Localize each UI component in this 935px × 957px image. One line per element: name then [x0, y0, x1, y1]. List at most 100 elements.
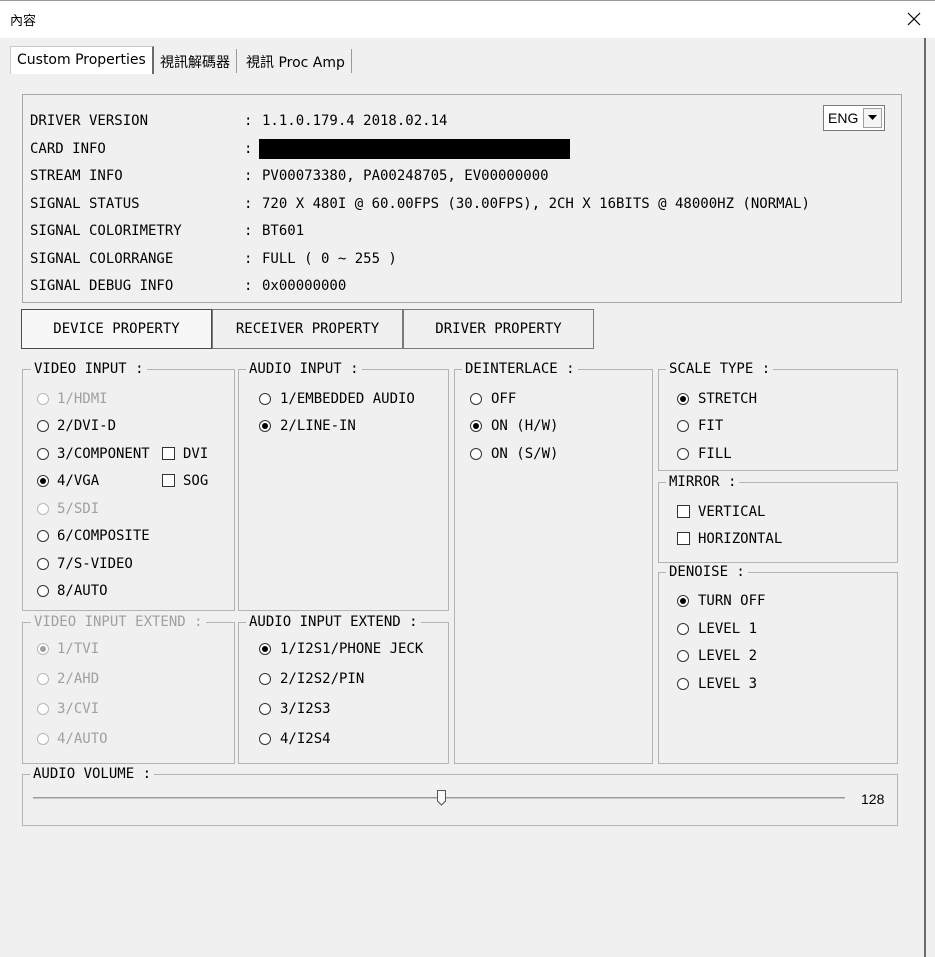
video-input-radio-5[interactable] [37, 503, 49, 515]
scale-type-option-label: STRETCH [698, 391, 758, 407]
scale-type-radio-fill[interactable] [677, 448, 689, 460]
video-input-extend-option-label: 1/TVI [57, 641, 100, 657]
video-input-radio-4[interactable] [37, 475, 49, 487]
sog-label: SOG [183, 473, 209, 489]
scale-type-option-label: FIT [698, 418, 724, 434]
denoise-option-label: TURN OFF [698, 593, 766, 609]
window-title: 內容 [10, 14, 37, 29]
audio-input-extend-radio-4[interactable] [259, 733, 271, 745]
denoise-option-label: LEVEL 3 [698, 676, 758, 692]
deinterlace-radio-hw[interactable] [470, 420, 482, 432]
mirror-option-label: HORIZONTAL [698, 531, 783, 547]
video-input-radio-3[interactable] [37, 448, 49, 460]
audio-input-radio-2[interactable] [259, 420, 271, 432]
audio-volume-value: 128 [861, 791, 885, 807]
denoise-option-label: LEVEL 1 [698, 621, 758, 637]
device-property-button[interactable]: DEVICE PROPERTY [21, 309, 212, 349]
denoise-radio-level-2[interactable] [677, 650, 689, 662]
scale-type-radio-fit[interactable] [677, 420, 689, 432]
info-colon: : [244, 278, 253, 294]
mirror-horizontal-checkbox[interactable] [677, 532, 690, 545]
audio-input-extend-option-label: 3/I2S3 [280, 701, 331, 717]
dvi-checkbox[interactable] [162, 447, 175, 460]
video-input-radio-2[interactable] [37, 420, 49, 432]
video-input-group [22, 369, 235, 611]
tab-custom-properties[interactable]: Custom Properties [10, 46, 154, 74]
info-label-signal-colorrange: SIGNAL COLORRANGE [30, 251, 174, 267]
video-input-extend-group [22, 622, 235, 764]
card-info-redacted [259, 139, 570, 159]
video-input-radio-1[interactable] [37, 393, 49, 405]
video-input-radio-8[interactable] [37, 585, 49, 597]
info-value-signal-colorrange: FULL ( 0 ~ 255 ) [262, 251, 397, 267]
info-label-driver-version: DRIVER VERSION [30, 113, 149, 129]
mirror-group [658, 482, 898, 563]
scale-type-radio-stretch[interactable] [677, 393, 689, 405]
mirror-option-label: VERTICAL [698, 504, 766, 520]
denoise-group [658, 572, 898, 764]
mirror-label: MIRROR : [666, 474, 740, 490]
video-input-option-label: 6/COMPOSITE [57, 528, 150, 544]
deinterlace-option-label: ON (H/W) [491, 418, 559, 434]
mirror-vertical-checkbox[interactable] [677, 505, 690, 518]
deinterlace-label: DEINTERLACE : [462, 361, 578, 377]
audio-input-radio-1[interactable] [259, 393, 271, 405]
language-select[interactable]: ENG [823, 105, 885, 131]
receiver-property-button[interactable]: RECEIVER PROPERTY [212, 309, 403, 349]
info-colon: : [244, 196, 253, 212]
video-input-extend-label: VIDEO INPUT EXTEND : [31, 614, 206, 630]
tab-video-proc-amp[interactable]: 視訊 Proc Amp [240, 49, 352, 73]
audio-volume-label: AUDIO VOLUME : [30, 766, 155, 782]
audio-input-extend-radio-1[interactable] [259, 643, 271, 655]
video-input-extend-radio-1[interactable] [37, 643, 49, 655]
video-input-extend-radio-2[interactable] [37, 673, 49, 685]
title-bar [0, 0, 935, 38]
info-label-signal-colorimetry: SIGNAL COLORIMETRY [30, 223, 182, 239]
info-value-signal-debug-info: 0x00000000 [262, 278, 347, 294]
video-input-option-label: 5/SDI [57, 501, 100, 517]
info-colon: : [244, 168, 253, 184]
video-input-option-label: 7/S-VIDEO [57, 556, 133, 572]
video-input-extend-radio-3[interactable] [37, 703, 49, 715]
tab-video-decoder[interactable]: 視訊解碼器 [154, 49, 237, 73]
chevron-down-icon[interactable] [863, 108, 882, 128]
audio-input-extend-option-label: 1/I2S1/PHONE JECK [280, 641, 424, 657]
audio-input-extend-radio-2[interactable] [259, 673, 271, 685]
denoise-radio-level-1[interactable] [677, 623, 689, 635]
window-edge [924, 38, 926, 957]
denoise-radio-turn-off[interactable] [677, 595, 689, 607]
video-input-radio-6[interactable] [37, 530, 49, 542]
driver-property-button[interactable]: DRIVER PROPERTY [403, 309, 594, 349]
deinterlace-radio-sw[interactable] [470, 448, 482, 460]
video-input-option-label: 3/COMPONENT [57, 446, 150, 462]
video-input-extend-option-label: 2/AHD [57, 671, 100, 687]
video-input-option-label: 2/DVI-D [57, 418, 117, 434]
info-value-signal-status: 720 X 480I @ 60.00FPS (30.00FPS), 2CH X … [262, 196, 810, 212]
sog-checkbox[interactable] [162, 474, 175, 487]
info-label-stream-info: STREAM INFO [30, 168, 123, 184]
info-colon: : [244, 141, 253, 157]
info-label-signal-debug-info: SIGNAL DEBUG INFO [30, 278, 174, 294]
language-value: ENG [828, 110, 859, 126]
audio-volume-slider-thumb[interactable] [437, 790, 446, 806]
info-colon: : [244, 113, 253, 129]
video-input-extend-radio-4[interactable] [37, 733, 49, 745]
close-button[interactable] [894, 0, 934, 38]
audio-input-option-label: 2/LINE-IN [280, 418, 356, 434]
audio-input-label: AUDIO INPUT : [246, 361, 362, 377]
audio-input-extend-radio-3[interactable] [259, 703, 271, 715]
close-icon [907, 12, 921, 26]
video-input-option-label: 1/HDMI [57, 391, 108, 407]
video-input-radio-7[interactable] [37, 558, 49, 570]
info-value-stream-info: PV00073380, PA00248705, EV00000000 [262, 168, 549, 184]
deinterlace-radio-off[interactable] [470, 393, 482, 405]
info-label-card-info: CARD INFO [30, 141, 106, 157]
video-input-extend-option-label: 4/AUTO [57, 731, 108, 747]
audio-input-extend-option-label: 4/I2S4 [280, 731, 331, 747]
info-colon: : [244, 223, 253, 239]
video-input-label: VIDEO INPUT : [31, 361, 147, 377]
video-input-extend-option-label: 3/CVI [57, 701, 100, 717]
info-value-driver-version: 1.1.0.179.4 2018.02.14 [262, 113, 448, 129]
deinterlace-option-label: OFF [491, 391, 517, 407]
denoise-radio-level-3[interactable] [677, 678, 689, 690]
